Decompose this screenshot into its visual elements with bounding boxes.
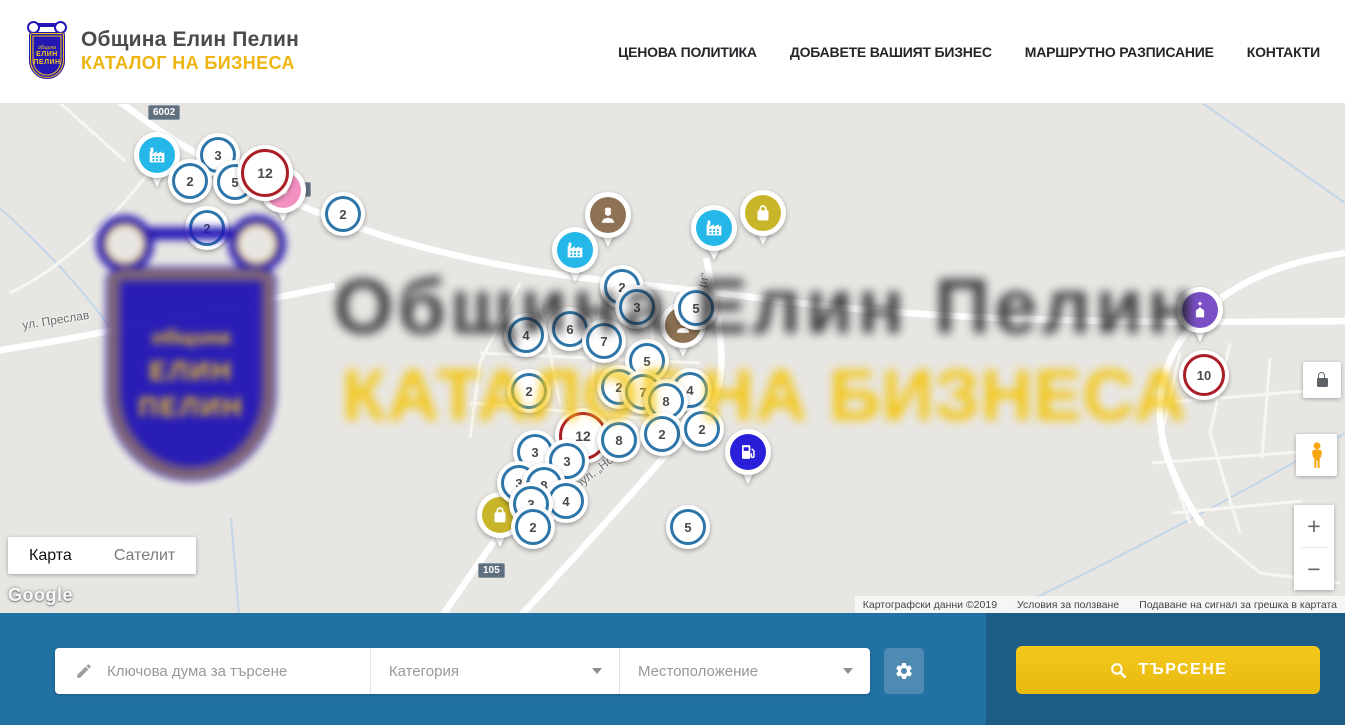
map-cluster[interactable]: 10 <box>1179 350 1229 400</box>
search-bar-right-panel: ТЪРСЕНЕ <box>986 613 1345 725</box>
map-cluster[interactable]: 2 <box>168 159 212 203</box>
pegman-icon <box>1306 441 1328 469</box>
map-cluster[interactable]: 2 <box>507 369 551 413</box>
site-title: Община Елин Пелин <box>81 28 299 52</box>
crest-word-pelin: ПЕЛИН <box>33 59 60 67</box>
map-lock-button[interactable] <box>1303 362 1341 398</box>
map-cluster[interactable]: 2 <box>680 407 724 451</box>
map-pin-factory[interactable] <box>691 205 737 263</box>
keyword-input[interactable] <box>105 662 349 681</box>
category-select[interactable]: Категория <box>370 648 619 694</box>
search-button-label: ТЪРСЕНЕ <box>1139 661 1228 679</box>
attribution-copyright: Картографски данни ©2019 <box>863 599 997 611</box>
pencil-icon <box>75 662 93 680</box>
site-header: община ЕЛИН ПЕЛИН Община Елин Пелин КАТА… <box>0 0 1345 104</box>
nav-item-pricing[interactable]: ЦЕНОВА ПОЛИТИКА <box>618 44 757 60</box>
map-type-map-button[interactable]: Карта <box>8 537 93 574</box>
nav-item-add-business[interactable]: ДОБАВЕТЕ ВАШИЯТ БИЗНЕС <box>790 44 992 60</box>
zoom-in-button[interactable]: + <box>1294 505 1334 547</box>
search-submit-button[interactable]: ТЪРСЕНЕ <box>1016 646 1320 694</box>
map-cluster[interactable]: 8 <box>597 418 641 462</box>
zoom-out-button[interactable]: − <box>1294 548 1334 590</box>
map-pin-bag[interactable] <box>740 190 786 248</box>
google-logo: Google <box>8 585 73 606</box>
search-fields: Категория Местоположение <box>55 648 870 694</box>
site-subtitle: КАТАЛОГ НА БИЗНЕСА <box>81 53 299 74</box>
map-pin-factory[interactable] <box>552 227 598 285</box>
category-select-label: Категория <box>371 663 459 680</box>
location-select[interactable]: Местоположение <box>619 648 870 694</box>
map-cluster[interactable]: 3 <box>615 285 659 329</box>
map-pin-church[interactable] <box>1177 287 1223 345</box>
attribution-report-error-link[interactable]: Подаване на сигнал за грешка в картата <box>1139 599 1337 611</box>
map-cluster[interactable]: 2 <box>321 192 365 236</box>
map-cluster[interactable]: 5 <box>674 286 718 330</box>
street-view-pegman-button[interactable] <box>1296 434 1337 476</box>
gear-icon <box>894 661 914 681</box>
map-type-satellite-button[interactable]: Сателит <box>93 537 196 574</box>
map-canvas[interactable]: 60026105ул. Преславбул. „Новоселци" 3251… <box>0 103 1345 613</box>
crest-word-elin: ЕЛИН <box>36 51 58 59</box>
map-pin-fuel[interactable] <box>725 429 771 487</box>
map-cluster[interactable]: 2 <box>511 505 555 549</box>
nav-item-bus-schedule[interactable]: МАРШРУТНО РАЗПИСАНИЕ <box>1025 44 1214 60</box>
map-cluster[interactable]: 7 <box>582 319 626 363</box>
map-markers: 3251222235647522748128223338432510 <box>0 103 1345 613</box>
location-select-label: Местоположение <box>620 663 758 680</box>
nav-item-contacts[interactable]: КОНТАКТИ <box>1247 44 1320 60</box>
page: община ЕЛИН ПЕЛИН Община Елин Пелин КАТА… <box>0 0 1345 725</box>
search-bar-left-panel: Категория Местоположение <box>0 613 986 725</box>
attribution-terms-link[interactable]: Условия за ползване <box>1017 599 1119 611</box>
map-cluster[interactable]: 2 <box>640 412 684 456</box>
chevron-down-icon <box>843 668 853 674</box>
map-zoom-control: + − <box>1294 505 1334 590</box>
map-cluster[interactable]: 5 <box>666 505 710 549</box>
municipality-crest-icon: община ЕЛИН ПЕЛИН <box>25 21 69 81</box>
lock-icon <box>1317 378 1328 387</box>
map-type-control: Карта Сателит <box>8 537 196 574</box>
map-cluster[interactable]: 2 <box>185 206 229 250</box>
keyword-field[interactable] <box>55 648 370 694</box>
advanced-search-button[interactable] <box>884 648 924 694</box>
chevron-down-icon <box>592 668 602 674</box>
brand-text: Община Елин Пелин КАТАЛОГ НА БИЗНЕСА <box>81 28 299 74</box>
map-cluster[interactable]: 4 <box>504 313 548 357</box>
main-nav: ЦЕНОВА ПОЛИТИКА ДОБАВЕТЕ ВАШИЯТ БИЗНЕС М… <box>618 0 1320 103</box>
search-bar: Категория Местоположение Т <box>0 613 1345 725</box>
site-logo-link[interactable]: община ЕЛИН ПЕЛИН Община Елин Пелин КАТА… <box>25 21 299 81</box>
search-icon <box>1109 661 1128 680</box>
map-attribution: Картографски данни ©2019 Условия за полз… <box>855 596 1345 613</box>
map-cluster[interactable]: 12 <box>237 145 293 201</box>
